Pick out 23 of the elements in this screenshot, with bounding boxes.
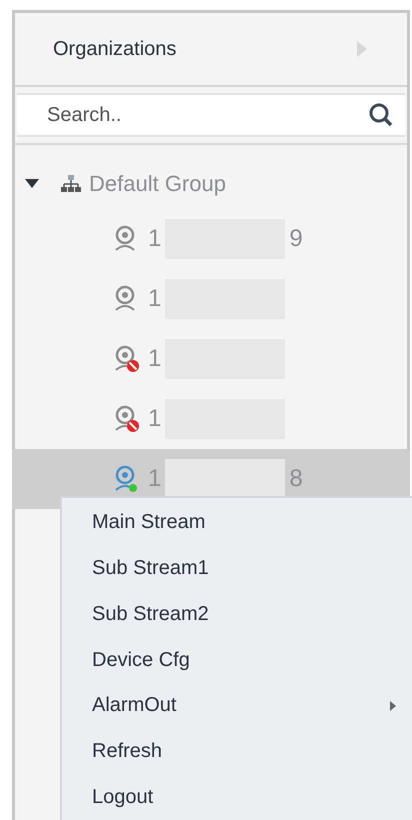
- device-name: 1: [148, 465, 162, 493]
- panel-title: Organizations: [53, 38, 176, 60]
- caret-down-icon[interactable]: [25, 179, 39, 189]
- device-name: 1: [148, 285, 162, 313]
- menu-item[interactable]: Device Cfg: [62, 637, 412, 683]
- device-name: 1: [148, 345, 162, 373]
- menu-item[interactable]: AlarmOut: [62, 682, 412, 729]
- search-field[interactable]: Search..: [45, 102, 299, 128]
- device-name-suffix: 9: [289, 225, 303, 253]
- search-field[interactable]: Search..: [17, 93, 405, 137]
- panel-header[interactable]: Organizations: [15, 13, 407, 87]
- device-name-suffix: 8: [289, 465, 303, 493]
- camera-blocked-icon: [114, 345, 140, 373]
- camera-icon: [114, 465, 140, 493]
- search-icon[interactable]: [369, 103, 393, 127]
- menu-item[interactable]: Logout: [62, 774, 412, 820]
- menu-item[interactable]: Sub Stream1: [62, 546, 412, 592]
- device-name: 1: [148, 405, 162, 433]
- hierarchy-icon: [61, 175, 81, 193]
- device-name: 1: [148, 225, 162, 253]
- camera-blocked-icon: [114, 405, 140, 433]
- menu-item[interactable]: Sub Stream2: [62, 591, 412, 638]
- menu-item[interactable]: Refresh: [62, 728, 412, 774]
